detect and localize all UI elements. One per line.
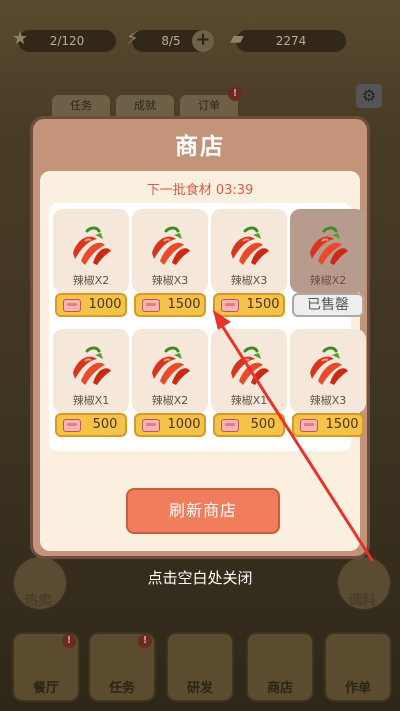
sold-out-badge: 已售罄 (292, 293, 364, 317)
restock-timer: 下一批食材 03:39 (40, 179, 360, 198)
chili-pepper-icon (310, 226, 348, 265)
item-name: 辣椒X2 (151, 394, 189, 407)
shop-dialog: 商店 下一批食材 03:39 辣椒X2 1000 辣椒X3 1500 辣椒X3 … (30, 116, 370, 559)
item-card: 辣椒X2 (53, 209, 129, 293)
nav-menu[interactable]: 作单 (324, 632, 392, 702)
add-energy-button[interactable]: + (192, 30, 214, 52)
tasks-alert-badge: ! (138, 634, 152, 648)
item-price: 1500 (167, 297, 201, 312)
star-icon: ★ (12, 28, 29, 49)
tab-tasks[interactable]: 任务 (52, 95, 110, 117)
hot-sale-label: 热卖 (24, 593, 52, 609)
buy-button[interactable]: 1500 (134, 293, 206, 317)
item-name: 辣椒X1 (230, 394, 268, 407)
meat-icon (63, 419, 81, 432)
item-price: 500 (250, 417, 276, 432)
meat-icon (142, 299, 160, 312)
nav-research[interactable]: 研发 (166, 632, 234, 702)
meat-icon (300, 419, 318, 432)
restaurant-alert-badge: ! (62, 634, 76, 648)
item-card: 辣椒X1 (211, 329, 287, 413)
item-name: 辣椒X2 (72, 274, 110, 287)
shop-item[interactable]: 辣椒X3 1500 (290, 329, 366, 441)
nav-restaurant-label: 餐厅 (32, 681, 59, 696)
item-name: 辣椒X1 (72, 394, 110, 407)
star-counter-value: 2/120 (49, 34, 85, 48)
chili-pepper-icon (152, 346, 190, 385)
shop-item[interactable]: 辣椒X2 1000 (53, 209, 129, 321)
shop-item[interactable]: 辣椒X1 500 (211, 329, 287, 441)
meat-icon (221, 419, 239, 432)
gear-icon: ⚙ (361, 86, 377, 105)
item-name: 辣椒X3 (230, 274, 268, 287)
buy-button[interactable]: 1000 (134, 413, 206, 437)
chili-pepper-icon (231, 346, 269, 385)
item-price: 1500 (325, 417, 359, 432)
seasoning-label: 调料 (348, 593, 376, 609)
resource-bar: ★ 2/120 ⚡ 8/5 + ▰ 2274 (0, 22, 400, 62)
orders-alert-badge: ! (228, 87, 242, 101)
item-price: 500 (92, 417, 118, 432)
item-card: 辣椒X2 (132, 329, 208, 413)
meat-icon (63, 299, 81, 312)
buy-button[interactable]: 500 (213, 413, 285, 437)
nav-research-label: 研发 (186, 681, 213, 696)
energy-counter-value: 8/5 (161, 34, 181, 48)
item-card: 辣椒X1 (53, 329, 129, 413)
tab-achievements[interactable]: 成就 (116, 95, 174, 117)
close-hint: 点击空白处关闭 (147, 569, 253, 587)
chili-pepper-icon (73, 346, 111, 385)
shop-item[interactable]: 辣椒X3 1500 (211, 209, 287, 321)
nav-shop-label: 商店 (266, 681, 293, 696)
cash-counter-value: 2274 (275, 34, 307, 48)
chili-pepper-icon (152, 226, 190, 265)
nav-menu-label: 作单 (344, 681, 371, 696)
item-name: 辣椒X2 (309, 274, 347, 287)
meat-icon (221, 299, 239, 312)
nav-tasks-label: 任务 (108, 681, 135, 696)
buy-button[interactable]: 1500 (213, 293, 285, 317)
chili-pepper-icon (310, 346, 348, 385)
restock-timer-label: 下一批食材 (146, 183, 212, 198)
item-card: 辣椒X3 (211, 209, 287, 293)
star-counter: ★ 2/120 (12, 28, 116, 52)
chili-pepper-icon (231, 226, 269, 265)
shop-item[interactable]: 辣椒X3 1500 (132, 209, 208, 321)
nav-shop[interactable]: 商店 (246, 632, 314, 702)
cash-icon: ▰ (230, 28, 244, 49)
item-price: 1500 (246, 297, 280, 312)
shop-item[interactable]: 辣椒X1 500 (53, 329, 129, 441)
item-card: 辣椒X2 (290, 209, 366, 293)
buy-button[interactable]: 1000 (55, 293, 127, 317)
item-price: 1000 (88, 297, 122, 312)
item-name: 辣椒X3 (309, 394, 347, 407)
buy-button[interactable]: 500 (55, 413, 127, 437)
shop-item[interactable]: 辣椒X2 已售罄 (290, 209, 366, 321)
bottom-navigation: 餐厅 ! 任务 ! 研发 商店 作单 (0, 632, 400, 711)
item-card: 辣椒X3 (132, 209, 208, 293)
restock-timer-value: 03:39 (215, 183, 254, 198)
item-grid: 辣椒X2 1000 辣椒X3 1500 辣椒X3 1500 辣椒X2 已售罄 辣… (49, 203, 366, 451)
shop-item[interactable]: 辣椒X2 1000 (132, 329, 208, 441)
item-price: 1000 (167, 417, 201, 432)
item-card: 辣椒X3 (290, 329, 366, 413)
meat-icon (142, 419, 160, 432)
item-name: 辣椒X3 (151, 274, 189, 287)
lightning-icon: ⚡ (126, 28, 139, 49)
refresh-shop-button[interactable]: 刷新商店 (126, 488, 280, 534)
chili-pepper-icon (73, 226, 111, 265)
dialog-title: 商店 (175, 134, 225, 160)
shop-content: 下一批食材 03:39 辣椒X2 1000 辣椒X3 1500 辣椒X3 150… (40, 171, 366, 551)
buy-button[interactable]: 1500 (292, 413, 364, 437)
cash-counter: ▰ 2274 (230, 28, 346, 52)
settings-button[interactable]: ⚙ (356, 84, 382, 108)
